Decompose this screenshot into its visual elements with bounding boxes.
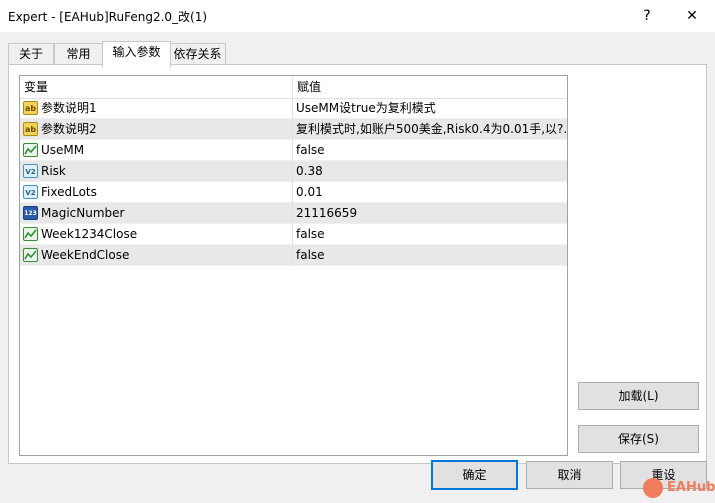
cancel-button[interactable]: 取消: [526, 461, 613, 489]
param-value[interactable]: false: [296, 224, 325, 245]
param-row[interactable]: Week1234Close false: [20, 224, 567, 245]
param-value[interactable]: 复利模式时,如账户500美金,Risk0.4为0.01手,以?..: [296, 119, 567, 140]
eahub-watermark: EAHub: [640, 476, 715, 500]
title-bar: Expert - [EAHub]RuFeng2.0_改(1) ? ✕: [0, 0, 715, 32]
parameter-grid[interactable]: 变量 赋值 ab 参数说明1 UseMM设true为复利模式 ab 参数说明2 …: [19, 75, 568, 456]
load-button[interactable]: 加载(L): [578, 382, 699, 410]
tab-about[interactable]: 关于: [8, 43, 54, 66]
bool-type-icon: [23, 248, 38, 262]
param-name: 参数说明2: [41, 122, 97, 136]
help-button[interactable]: ?: [637, 6, 657, 26]
double-type-icon: V2: [23, 164, 38, 178]
param-value[interactable]: 21116659: [296, 203, 357, 224]
param-name: Week1234Close: [41, 227, 138, 241]
string-type-icon: ab: [23, 101, 38, 115]
window-title: Expert - [EAHub]RuFeng2.0_改(1): [8, 10, 208, 24]
param-row[interactable]: ab 参数说明1 UseMM设true为复利模式: [20, 98, 567, 119]
tab-inputs[interactable]: 输入参数: [102, 41, 171, 67]
param-value[interactable]: false: [296, 140, 325, 161]
param-name: Risk: [41, 164, 66, 178]
eahub-logo-icon: [643, 478, 663, 498]
ok-button[interactable]: 确定: [431, 460, 518, 490]
double-type-icon: V2: [23, 185, 38, 199]
param-row[interactable]: 123 MagicNumber 21116659: [20, 203, 567, 224]
header-value[interactable]: 赋值: [293, 76, 321, 98]
param-row[interactable]: ab 参数说明2 复利模式时,如账户500美金,Risk0.4为0.01手,以?…: [20, 119, 567, 140]
column-divider: [292, 98, 293, 266]
param-name: WeekEndClose: [41, 248, 130, 262]
bool-type-icon: [23, 143, 38, 157]
param-row[interactable]: V2 Risk 0.38: [20, 161, 567, 182]
header-variable[interactable]: 变量: [20, 76, 48, 98]
param-name: UseMM: [41, 143, 85, 157]
param-row[interactable]: UseMM false: [20, 140, 567, 161]
param-name: 参数说明1: [41, 101, 97, 115]
bool-type-icon: [23, 227, 38, 241]
tab-common[interactable]: 常用: [54, 43, 103, 66]
close-button[interactable]: ✕: [682, 6, 702, 26]
int-type-icon: 123: [23, 206, 38, 220]
watermark-text: EAHub: [667, 480, 715, 495]
param-value[interactable]: 0.01: [296, 182, 323, 203]
string-type-icon: ab: [23, 122, 38, 136]
param-row[interactable]: WeekEndClose false: [20, 245, 567, 266]
param-name: FixedLots: [41, 185, 97, 199]
param-name: MagicNumber: [41, 206, 125, 220]
param-value[interactable]: UseMM设true为复利模式: [296, 98, 436, 119]
grid-header: 变量 赋值: [20, 76, 567, 99]
param-row[interactable]: V2 FixedLots 0.01: [20, 182, 567, 203]
param-value[interactable]: 0.38: [296, 161, 323, 182]
tab-dependencies[interactable]: 依存关系: [169, 43, 226, 66]
save-button[interactable]: 保存(S): [578, 425, 699, 453]
param-value[interactable]: false: [296, 245, 325, 266]
